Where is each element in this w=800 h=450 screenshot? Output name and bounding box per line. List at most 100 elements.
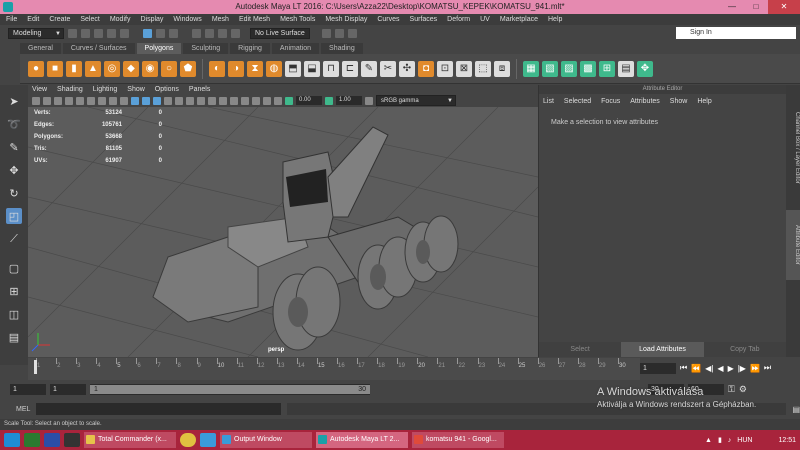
exposure-icon[interactable] <box>285 96 293 105</box>
step-back-key-icon[interactable]: ⏪ <box>691 364 701 373</box>
volume-icon[interactable]: ♪ <box>728 437 732 444</box>
network-icon[interactable]: ▮ <box>718 436 722 444</box>
bookmark-icon[interactable] <box>54 96 62 105</box>
vp-menu-show[interactable]: Show <box>127 85 145 94</box>
poly-pipe-icon[interactable]: ○ <box>161 60 177 77</box>
copy-tab-button[interactable]: Copy Tab <box>703 342 786 357</box>
view-transform-icon[interactable] <box>365 96 373 105</box>
menu-deform[interactable]: Deform <box>447 16 470 23</box>
step-back-frame-icon[interactable]: ◀| <box>705 364 713 373</box>
fill-hole-icon[interactable]: ⊠ <box>456 60 472 77</box>
folder-icon[interactable] <box>68 28 77 38</box>
xray-joints-icon[interactable] <box>263 96 271 105</box>
mirror-icon[interactable]: ⧗ <box>247 60 263 77</box>
merge-icon[interactable]: ⊡ <box>437 60 453 77</box>
separate-icon[interactable]: ◑ <box>228 60 244 77</box>
extrude-icon[interactable]: ⬒ <box>285 60 301 77</box>
tab-polygons[interactable]: Polygons <box>136 43 182 54</box>
rotate-tool-icon[interactable]: ↻ <box>6 185 22 201</box>
snap-surface-icon[interactable] <box>231 28 240 38</box>
backface-icon[interactable] <box>274 96 282 105</box>
ae-menu-help[interactable]: Help <box>697 98 711 105</box>
step-forward-key-icon[interactable]: ⏩ <box>750 364 760 373</box>
poly-prism-icon[interactable]: ⬟ <box>180 60 196 77</box>
task-chrome[interactable]: komatsu 941 - Googl... <box>412 432 504 448</box>
tab-animation[interactable]: Animation <box>271 43 320 54</box>
wireframe-icon[interactable] <box>131 96 139 105</box>
menu-select[interactable]: Select <box>80 16 99 23</box>
tab-rigging[interactable]: Rigging <box>230 43 270 54</box>
grid-icon[interactable] <box>76 96 84 105</box>
gate-mask-icon[interactable] <box>109 96 117 105</box>
smooth-shade-icon[interactable] <box>142 96 150 105</box>
checker-icon[interactable]: ▤ <box>618 60 634 77</box>
snap-point-icon[interactable] <box>218 28 227 38</box>
start-time-field[interactable]: 1 <box>10 383 46 395</box>
explorer-icon[interactable] <box>200 433 216 447</box>
poly-plane-icon[interactable]: ◆ <box>123 60 139 77</box>
load-attributes-button[interactable]: Load Attributes <box>621 342 704 357</box>
ae-menu-show[interactable]: Show <box>670 98 688 105</box>
sign-in-field[interactable]: Sign In <box>676 27 796 39</box>
tab-attribute-editor[interactable]: Attribute Editor <box>786 210 800 280</box>
tab-general[interactable]: General <box>20 43 61 54</box>
menu-help[interactable]: Help <box>548 16 562 23</box>
anim-start-field[interactable]: 1 <box>50 383 86 395</box>
select-object-icon[interactable] <box>156 28 165 38</box>
gamma-icon[interactable] <box>325 96 333 105</box>
uv-layout-icon[interactable]: ✥ <box>637 60 653 77</box>
vp-menu-shading[interactable]: Shading <box>57 85 83 94</box>
vp-menu-options[interactable]: Options <box>155 85 179 94</box>
bridge-icon[interactable]: ⊓ <box>323 60 339 77</box>
paint-select-icon[interactable]: ✎ <box>6 139 22 155</box>
select-hierarchy-icon[interactable] <box>143 28 152 38</box>
vp-menu-panels[interactable]: Panels <box>189 85 210 94</box>
clock[interactable]: 12:51 <box>778 437 796 444</box>
bevel-icon[interactable]: ⬓ <box>304 60 320 77</box>
combine-icon[interactable]: ◐ <box>209 60 225 77</box>
mel-input[interactable] <box>36 403 282 415</box>
poly-cube-icon[interactable]: ■ <box>47 60 63 77</box>
menu-curves[interactable]: Curves <box>377 16 399 23</box>
poly-disc-icon[interactable]: ◉ <box>142 60 158 77</box>
ae-menu-list[interactable]: List <box>543 98 554 105</box>
select-tool-icon[interactable]: ➤ <box>6 93 22 109</box>
bool-icon[interactable]: ◘ <box>418 60 434 77</box>
uv-planar-icon[interactable]: ▦ <box>523 60 539 77</box>
vp-menu-lighting[interactable]: Lighting <box>93 85 118 94</box>
time-slider[interactable]: 1 2 3 4 5 6 7 8 9 10 11 12 13 14 15 16 17 18 19 20 21 22 23 24 2… <box>28 358 640 380</box>
uv-automatic-icon[interactable]: ▩ <box>580 60 596 77</box>
motion-blur-icon[interactable] <box>208 96 216 105</box>
menu-display[interactable]: Display <box>140 16 163 23</box>
task-maya[interactable]: Autodesk Maya LT 2... <box>316 432 408 448</box>
append-icon[interactable]: ⊏ <box>342 60 358 77</box>
menu-mesh-display[interactable]: Mesh Display <box>325 16 367 23</box>
go-to-start-icon[interactable]: ⏮ <box>680 363 687 373</box>
select-button[interactable]: Select <box>539 342 622 357</box>
chrome-icon[interactable] <box>180 433 196 447</box>
play-forward-icon[interactable]: ▶ <box>728 364 734 373</box>
single-view-icon[interactable]: ▢ <box>6 260 22 276</box>
menu-uv[interactable]: UV <box>480 16 490 23</box>
last-tool-icon[interactable]: ⟋ <box>6 231 22 247</box>
camera-icon[interactable] <box>32 96 40 105</box>
tab-sculpting[interactable]: Sculpting <box>183 43 229 54</box>
tab-channel-box[interactable]: Channel Box / Layer Editor <box>786 93 800 203</box>
language-indicator[interactable]: HUN <box>737 437 752 444</box>
render-settings-icon[interactable] <box>348 28 357 38</box>
live-surface-field[interactable]: No Live Surface <box>250 27 310 39</box>
tab-shading[interactable]: Shading <box>321 43 363 54</box>
save-icon[interactable] <box>94 28 103 38</box>
ae-menu-focus[interactable]: Focus <box>601 98 620 105</box>
open-file-icon[interactable] <box>81 28 90 38</box>
ae-menu-attributes[interactable]: Attributes <box>630 98 660 105</box>
pinned-app-icon[interactable] <box>64 433 80 447</box>
multi-cut-icon[interactable]: ✂ <box>380 60 396 77</box>
poly-cone-icon[interactable]: ▲ <box>85 60 101 77</box>
depth-of-field-icon[interactable] <box>230 96 238 105</box>
word-icon[interactable] <box>44 433 60 447</box>
start-icon[interactable] <box>4 433 20 447</box>
four-view-icon[interactable]: ⊞ <box>6 283 22 299</box>
ambient-occlusion-icon[interactable] <box>197 96 205 105</box>
current-frame-field[interactable]: 1 <box>640 362 676 374</box>
